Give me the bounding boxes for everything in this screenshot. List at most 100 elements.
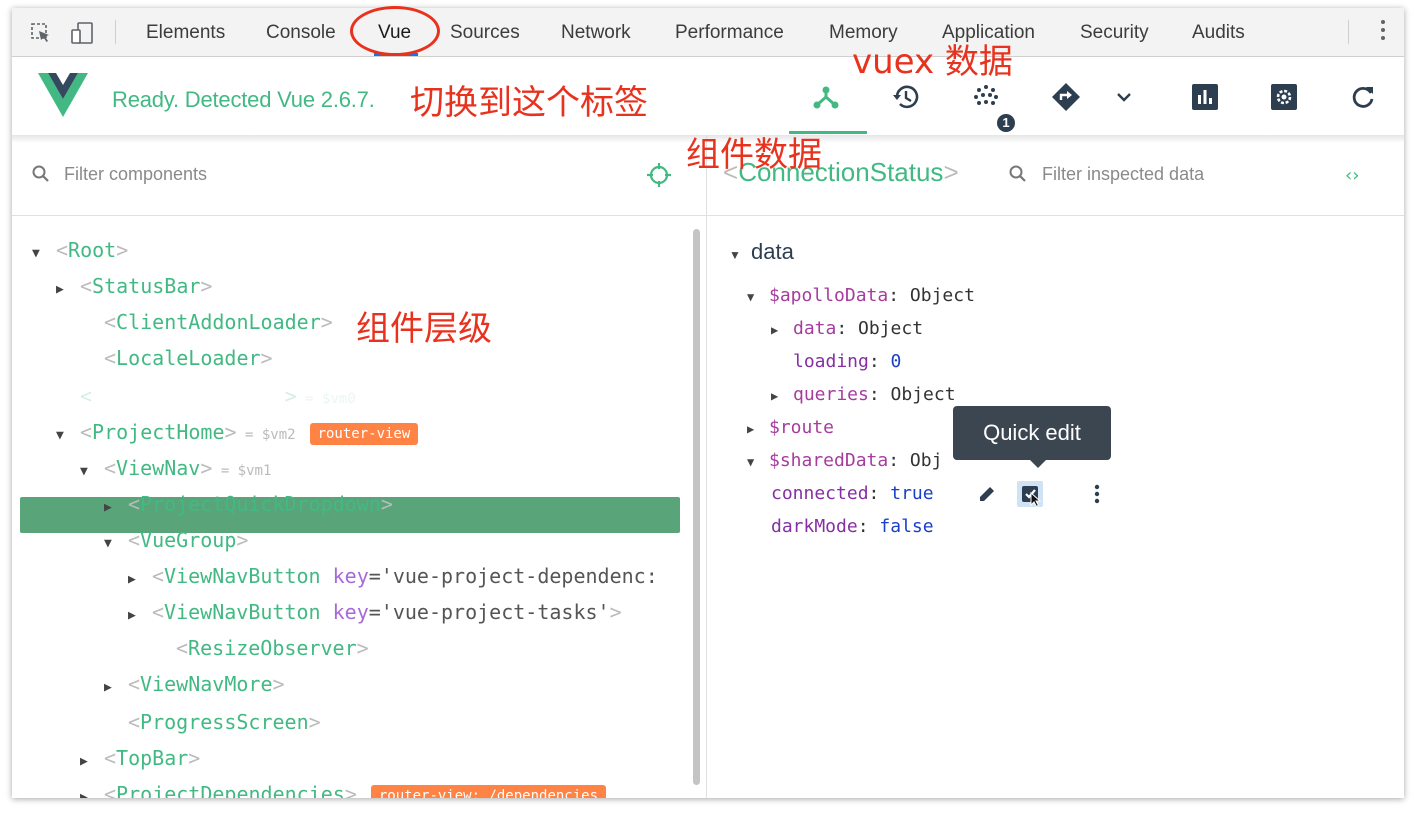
collapse-arrow-icon[interactable]: ▼ bbox=[104, 527, 128, 561]
data-row-connected[interactable]: connected: true bbox=[771, 479, 934, 509]
refresh-icon[interactable] bbox=[1348, 82, 1378, 112]
tree-node-view-nav[interactable]: ▼ <ViewNav> = $vm1 bbox=[80, 451, 271, 485]
tree-node-resize-observer[interactable]: <ResizeObserver> bbox=[152, 631, 369, 665]
expand-arrow-icon[interactable]: ▶ bbox=[104, 491, 128, 525]
data-value: Obj bbox=[909, 450, 943, 471]
vue-tab-highlight-circle bbox=[350, 6, 440, 56]
tag-bracket: > bbox=[116, 238, 129, 262]
tag-bracket: > bbox=[200, 274, 213, 298]
inspect-element-icon[interactable] bbox=[30, 22, 52, 49]
expand-arrow-icon[interactable]: ▶ bbox=[56, 383, 80, 417]
prop-value: ='vue-project-dependenc: bbox=[368, 564, 658, 588]
settings-icon[interactable] bbox=[1269, 82, 1299, 112]
component-tree-pane: Filter components ▼ <Root> ▶ <StatusBar> <Cl… bbox=[12, 135, 707, 798]
tree-node-locale-loader[interactable]: <LocaleLoader> bbox=[80, 341, 273, 375]
data-row-data[interactable]: ▶ data: Object bbox=[771, 314, 923, 344]
collapse-arrow-icon[interactable]: ▼ bbox=[80, 455, 104, 489]
component-filter-input[interactable]: Filter components bbox=[64, 164, 207, 185]
tree-node-project-home[interactable]: ▼ <ProjectHome> = $vm2 router-view bbox=[56, 415, 419, 449]
quick-edit-toggle-icon[interactable] bbox=[1017, 481, 1043, 508]
annotation-vuex-data: vuex 数据 bbox=[852, 42, 1013, 82]
data-row-loading[interactable]: loading: 0 bbox=[793, 347, 901, 377]
annotation-component-data: 组件数据 bbox=[686, 135, 822, 175]
tree-node-view-nav-button[interactable]: ▶ <ViewNavButton key='vue-project-tasks'> bbox=[128, 595, 622, 629]
tree-node-connection-status[interactable]: ▶ <ConnectionStatus> = $vm0 bbox=[56, 379, 356, 413]
tree-node-project-dependencies[interactable]: ▶ <ProjectDependencies> router-view: /depe… bbox=[80, 777, 607, 798]
expand-arrow-icon[interactable]: ▶ bbox=[128, 599, 152, 633]
tag-bracket: < bbox=[56, 238, 69, 262]
data-row-darkmode[interactable]: darkMode: false bbox=[771, 512, 934, 542]
router-icon[interactable] bbox=[1051, 82, 1081, 112]
annotation-component-hierarchy: 组件层级 bbox=[356, 309, 492, 349]
data-row-queries[interactable]: ▶ queries: Object bbox=[771, 380, 956, 410]
expand-arrow-icon[interactable]: ▶ bbox=[56, 273, 80, 307]
vuex-icon[interactable] bbox=[971, 82, 1001, 112]
tag-bracket: < bbox=[80, 384, 93, 408]
collapse-arrow-icon[interactable]: ▼ bbox=[747, 282, 769, 312]
expand-arrow-icon[interactable]: ▶ bbox=[104, 671, 128, 705]
tooltip-arrow bbox=[1030, 460, 1046, 468]
tab-elements[interactable]: Elements bbox=[146, 8, 225, 56]
tab-console[interactable]: Console bbox=[266, 8, 336, 56]
tab-audits[interactable]: Audits bbox=[1192, 8, 1245, 56]
components-icon[interactable] bbox=[811, 82, 841, 112]
tag-bracket: < bbox=[80, 274, 93, 298]
data-row-shareddata[interactable]: ▼ $sharedData: Obj bbox=[747, 446, 942, 476]
tree-node-project-quick-dropdown[interactable]: ▶ <ProjectQuickDropdown> bbox=[104, 487, 393, 521]
history-icon[interactable] bbox=[891, 82, 921, 112]
expand-arrow-icon[interactable]: ▶ bbox=[80, 745, 104, 779]
tag-bracket: < bbox=[104, 456, 117, 480]
vuex-count-badge: 1 bbox=[997, 114, 1015, 132]
tag-bracket: > bbox=[224, 420, 237, 444]
tab-security[interactable]: Security bbox=[1080, 8, 1149, 56]
component-name: VueGroup bbox=[140, 528, 237, 552]
inspect-dom-icon[interactable]: ‹› bbox=[1345, 165, 1359, 186]
component-filter-bar[interactable]: Filter components bbox=[12, 135, 706, 216]
collapse-arrow-icon[interactable]: ▼ bbox=[32, 237, 56, 271]
more-actions-icon[interactable] bbox=[1094, 484, 1100, 509]
expand-arrow-icon[interactable]: ▶ bbox=[771, 381, 793, 411]
tab-network[interactable]: Network bbox=[561, 8, 631, 56]
tree-node-progress-screen[interactable]: <ProgressScreen> bbox=[104, 705, 321, 739]
data-value: Object bbox=[890, 384, 956, 405]
select-component-icon[interactable] bbox=[646, 162, 672, 193]
tree-node-view-nav-button[interactable]: ▶ <ViewNavButton key='vue-project-depende… bbox=[128, 559, 658, 593]
tree-scrollbar[interactable] bbox=[693, 229, 700, 785]
tree-node-client-addon-loader[interactable]: <ClientAddonLoader> bbox=[80, 305, 333, 339]
collapse-arrow-icon[interactable]: ▼ bbox=[56, 419, 80, 453]
data-section-header[interactable]: ▼ data bbox=[729, 237, 794, 267]
router-view-badge: router-view bbox=[309, 422, 419, 445]
router-view-badge: router-view: /dependencies bbox=[370, 784, 607, 798]
component-name: ProjectDependencies bbox=[116, 782, 345, 798]
vm-reference: = $vm2 bbox=[236, 427, 296, 443]
data-key: darkMode bbox=[771, 516, 858, 537]
expand-arrow-icon[interactable]: ▶ bbox=[771, 315, 793, 345]
devtools-tab-bar: Elements Console Vue Sources Network Per… bbox=[12, 8, 1404, 57]
collapse-arrow-icon[interactable]: ▼ bbox=[747, 447, 769, 477]
component-name: StatusBar bbox=[92, 274, 201, 298]
tab-performance[interactable]: Performance bbox=[675, 8, 784, 56]
tree-node-view-nav-more[interactable]: ▶ <ViewNavMore> bbox=[104, 667, 285, 701]
device-toolbar-icon[interactable] bbox=[70, 22, 94, 49]
data-row-route[interactable]: ▶ $route bbox=[747, 413, 834, 443]
chevron-down-icon[interactable] bbox=[1109, 82, 1139, 112]
data-value: Object bbox=[909, 285, 975, 306]
inspected-data-filter-input[interactable]: Filter inspected data bbox=[1042, 164, 1204, 185]
tree-node-status-bar[interactable]: ▶ <StatusBar> bbox=[56, 269, 212, 303]
tree-node-top-bar[interactable]: ▶ <TopBar> bbox=[80, 741, 200, 775]
tag-bracket: < bbox=[128, 492, 141, 516]
edit-pencil-icon[interactable] bbox=[977, 484, 997, 509]
expand-arrow-icon[interactable]: ▶ bbox=[80, 781, 104, 798]
tag-bracket: < bbox=[128, 528, 141, 552]
tree-node-vue-group[interactable]: ▼ <VueGroup> bbox=[104, 523, 248, 557]
more-options-icon[interactable] bbox=[1380, 20, 1386, 44]
performance-icon[interactable] bbox=[1190, 82, 1220, 112]
tab-sources[interactable]: Sources bbox=[450, 8, 520, 56]
quick-edit-tooltip: Quick edit bbox=[953, 406, 1111, 460]
expand-arrow-icon[interactable]: ▶ bbox=[747, 414, 769, 444]
tree-node-root[interactable]: ▼ <Root> bbox=[32, 233, 128, 267]
expand-arrow-icon[interactable]: ▶ bbox=[128, 563, 152, 597]
tag-bracket: > bbox=[284, 384, 297, 408]
data-value: true bbox=[890, 483, 934, 504]
data-row-apollodata[interactable]: ▼ $apolloData: Object bbox=[747, 281, 975, 311]
